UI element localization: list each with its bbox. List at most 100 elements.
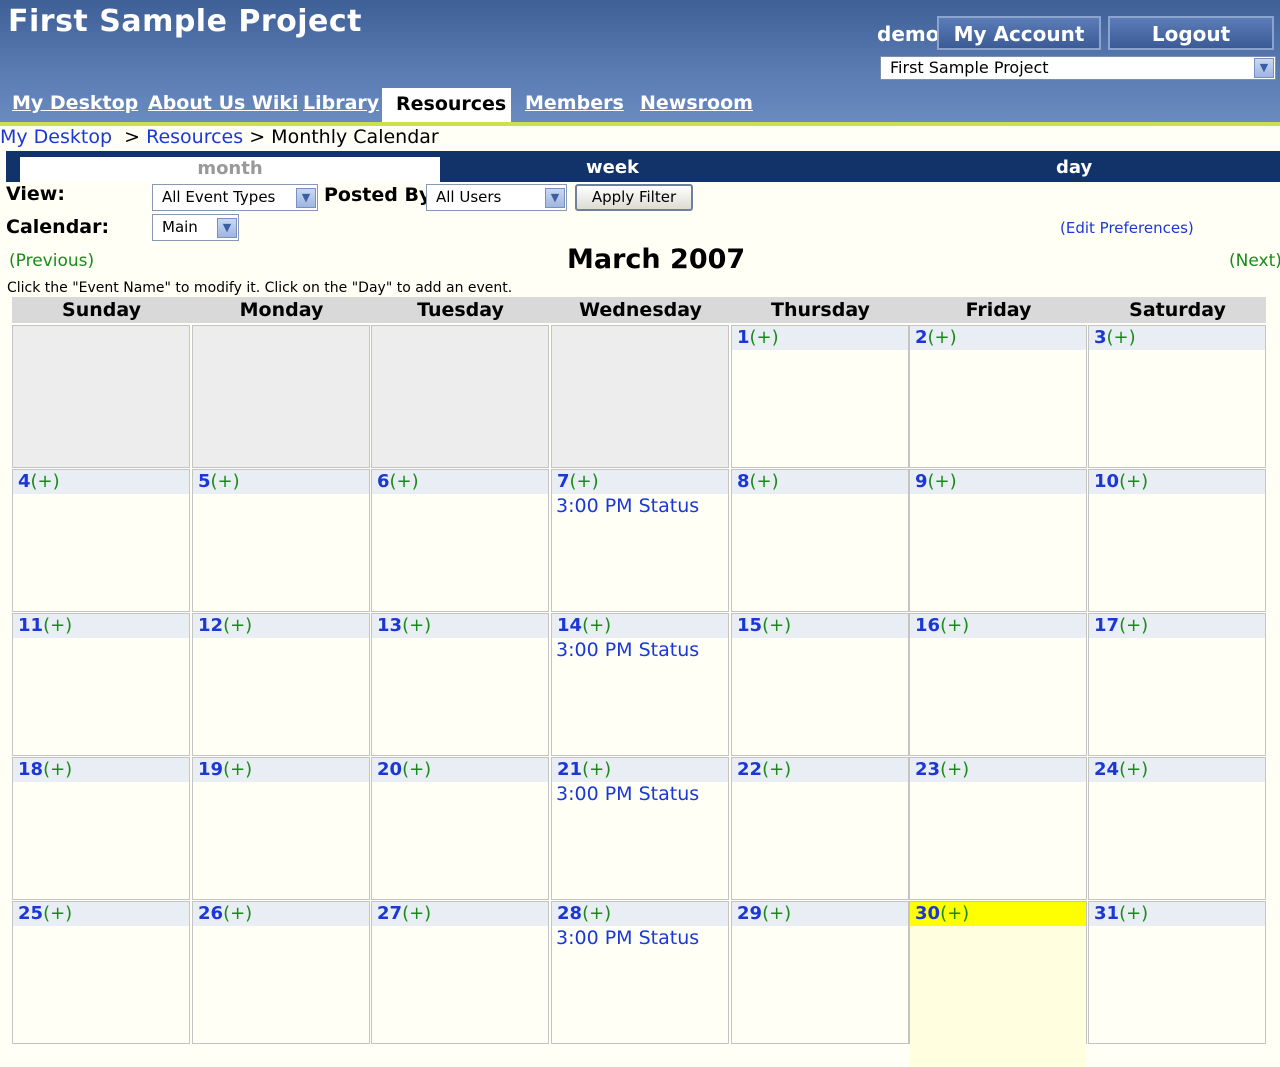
tab-resources[interactable]: Resources xyxy=(382,88,511,122)
add-event-link[interactable]: (+) xyxy=(750,327,779,348)
day-number-link[interactable]: 17 xyxy=(1094,615,1119,636)
calendar-event-link[interactable]: 3:00 PM Status xyxy=(552,927,728,949)
add-event-link[interactable]: (+) xyxy=(43,615,72,636)
day-number-link[interactable]: 22 xyxy=(737,759,762,780)
add-event-link[interactable]: (+) xyxy=(762,759,791,780)
project-title: First Sample Project xyxy=(8,4,363,39)
tab-newsroom[interactable]: Newsroom xyxy=(640,92,753,114)
project-select[interactable]: First Sample Project ▼ xyxy=(880,56,1276,80)
calendar-event-link[interactable]: 3:00 PM Status xyxy=(552,495,728,517)
edit-preferences-link[interactable]: (Edit Preferences) xyxy=(1060,219,1194,237)
add-event-link[interactable]: (+) xyxy=(928,327,957,348)
day-number-link[interactable]: 5 xyxy=(198,471,211,492)
day-number-link[interactable]: 20 xyxy=(377,759,402,780)
posted-by-select[interactable]: All Users ▼ xyxy=(426,184,567,211)
app-header: First Sample Project demo My Account Log… xyxy=(0,0,1280,122)
day-number-link[interactable]: 12 xyxy=(198,615,223,636)
tab-day[interactable]: day xyxy=(1056,157,1092,178)
add-event-link[interactable]: (+) xyxy=(402,759,431,780)
add-event-link[interactable]: (+) xyxy=(940,615,969,636)
chevron-down-icon[interactable]: ▼ xyxy=(217,218,237,238)
day-number-link[interactable]: 30 xyxy=(915,903,940,924)
tab-members[interactable]: Members xyxy=(525,92,624,114)
calendar-day-cell: 8(+) xyxy=(731,469,909,612)
day-number-link[interactable]: 26 xyxy=(198,903,223,924)
add-event-link[interactable]: (+) xyxy=(223,759,252,780)
add-event-link[interactable]: (+) xyxy=(582,759,611,780)
add-event-link[interactable]: (+) xyxy=(582,903,611,924)
add-event-link[interactable]: (+) xyxy=(223,615,252,636)
logout-button[interactable]: Logout xyxy=(1108,16,1274,50)
add-event-link[interactable]: (+) xyxy=(1119,759,1148,780)
tab-month[interactable]: month xyxy=(20,157,440,182)
day-number-link[interactable]: 18 xyxy=(18,759,43,780)
day-cell-header: 22(+) xyxy=(732,758,908,782)
day-number-link[interactable]: 13 xyxy=(377,615,402,636)
add-event-link[interactable]: (+) xyxy=(1119,471,1148,492)
add-event-link[interactable]: (+) xyxy=(940,759,969,780)
add-event-link[interactable]: (+) xyxy=(402,903,431,924)
tab-week[interactable]: week xyxy=(586,157,639,178)
calendar-day-cell: 11(+) xyxy=(12,613,190,756)
add-event-link[interactable]: (+) xyxy=(1107,327,1136,348)
day-number-link[interactable]: 7 xyxy=(557,471,570,492)
add-event-link[interactable]: (+) xyxy=(402,615,431,636)
day-number-link[interactable]: 31 xyxy=(1094,903,1119,924)
calendar-event-link[interactable]: 3:00 PM Status xyxy=(552,783,728,805)
add-event-link[interactable]: (+) xyxy=(43,903,72,924)
tab-about-us-wiki[interactable]: About Us Wiki xyxy=(148,92,299,114)
chevron-down-icon[interactable]: ▼ xyxy=(545,188,565,208)
day-number-link[interactable]: 2 xyxy=(915,327,928,348)
day-number-link[interactable]: 11 xyxy=(18,615,43,636)
calendar-day-cell: 4(+) xyxy=(12,469,190,612)
day-number-link[interactable]: 24 xyxy=(1094,759,1119,780)
day-number-link[interactable]: 28 xyxy=(557,903,582,924)
day-number-link[interactable]: 1 xyxy=(737,327,750,348)
calendar-day-cell: 28(+) 3:00 PM Status xyxy=(551,901,729,1044)
calendar-event-link[interactable]: 3:00 PM Status xyxy=(552,639,728,661)
breadcrumb-resources-link[interactable]: Resources xyxy=(146,126,243,148)
event-type-select[interactable]: All Event Types ▼ xyxy=(152,184,318,211)
add-event-link[interactable]: (+) xyxy=(1119,903,1148,924)
day-number-link[interactable]: 6 xyxy=(377,471,390,492)
add-event-link[interactable]: (+) xyxy=(223,903,252,924)
tab-library[interactable]: Library xyxy=(303,92,379,114)
day-number-link[interactable]: 27 xyxy=(377,903,402,924)
my-account-button[interactable]: My Account xyxy=(937,16,1101,50)
day-number-link[interactable]: 4 xyxy=(18,471,31,492)
day-number-link[interactable]: 10 xyxy=(1094,471,1119,492)
day-number-link[interactable]: 14 xyxy=(557,615,582,636)
chevron-down-icon[interactable]: ▼ xyxy=(1254,58,1274,78)
day-number-link[interactable]: 19 xyxy=(198,759,223,780)
add-event-link[interactable]: (+) xyxy=(1119,615,1148,636)
day-number-link[interactable]: 21 xyxy=(557,759,582,780)
add-event-link[interactable]: (+) xyxy=(570,471,599,492)
add-event-link[interactable]: (+) xyxy=(31,471,60,492)
add-event-link[interactable]: (+) xyxy=(211,471,240,492)
day-number-link[interactable]: 23 xyxy=(915,759,940,780)
previous-month-link[interactable]: (Previous) xyxy=(9,251,94,271)
chevron-down-icon[interactable]: ▼ xyxy=(296,188,316,208)
day-number-link[interactable]: 25 xyxy=(18,903,43,924)
add-event-link[interactable]: (+) xyxy=(762,615,791,636)
tab-my-desktop[interactable]: My Desktop xyxy=(12,92,138,114)
add-event-link[interactable]: (+) xyxy=(43,759,72,780)
next-month-link[interactable]: (Next) xyxy=(1229,251,1280,271)
day-number-link[interactable]: 16 xyxy=(915,615,940,636)
calendar-empty-cell xyxy=(551,325,729,468)
breadcrumb-home-link[interactable]: My Desktop xyxy=(0,126,112,148)
day-number-link[interactable]: 3 xyxy=(1094,327,1107,348)
add-event-link[interactable]: (+) xyxy=(582,615,611,636)
add-event-link[interactable]: (+) xyxy=(390,471,419,492)
calendar-select[interactable]: Main ▼ xyxy=(152,214,239,241)
add-event-link[interactable]: (+) xyxy=(750,471,779,492)
add-event-link[interactable]: (+) xyxy=(762,903,791,924)
day-number-link[interactable]: 15 xyxy=(737,615,762,636)
day-cell-header: 7(+) xyxy=(552,470,728,494)
add-event-link[interactable]: (+) xyxy=(928,471,957,492)
day-number-link[interactable]: 29 xyxy=(737,903,762,924)
apply-filter-button[interactable]: Apply Filter xyxy=(575,184,693,211)
add-event-link[interactable]: (+) xyxy=(940,903,969,924)
day-number-link[interactable]: 8 xyxy=(737,471,750,492)
day-number-link[interactable]: 9 xyxy=(915,471,928,492)
